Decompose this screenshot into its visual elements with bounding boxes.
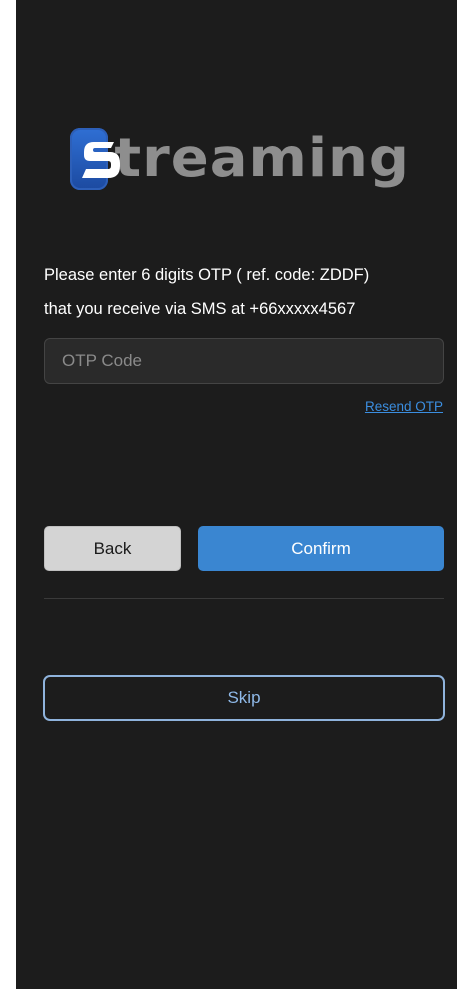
instruction-line-1: Please enter 6 digits OTP ( ref. code: Z… <box>44 266 370 284</box>
instruction-line-2: that you receive via SMS at +66xxxxx4567 <box>44 300 356 318</box>
otp-code-input[interactable] <box>44 338 444 384</box>
skip-button[interactable]: Skip <box>43 675 445 721</box>
logo-s-icon <box>70 128 120 190</box>
resend-otp-link[interactable]: Resend OTP <box>365 399 443 414</box>
brand-logo: treaming <box>70 124 410 194</box>
confirm-button[interactable]: Confirm <box>198 526 444 571</box>
back-button[interactable]: Back <box>44 526 181 571</box>
otp-screen: treaming Please enter 6 digits OTP ( ref… <box>16 0 457 989</box>
logo-wordmark: treaming <box>114 127 410 190</box>
otp-instructions: Please enter 6 digits OTP ( ref. code: Z… <box>44 258 454 326</box>
divider <box>44 598 444 599</box>
